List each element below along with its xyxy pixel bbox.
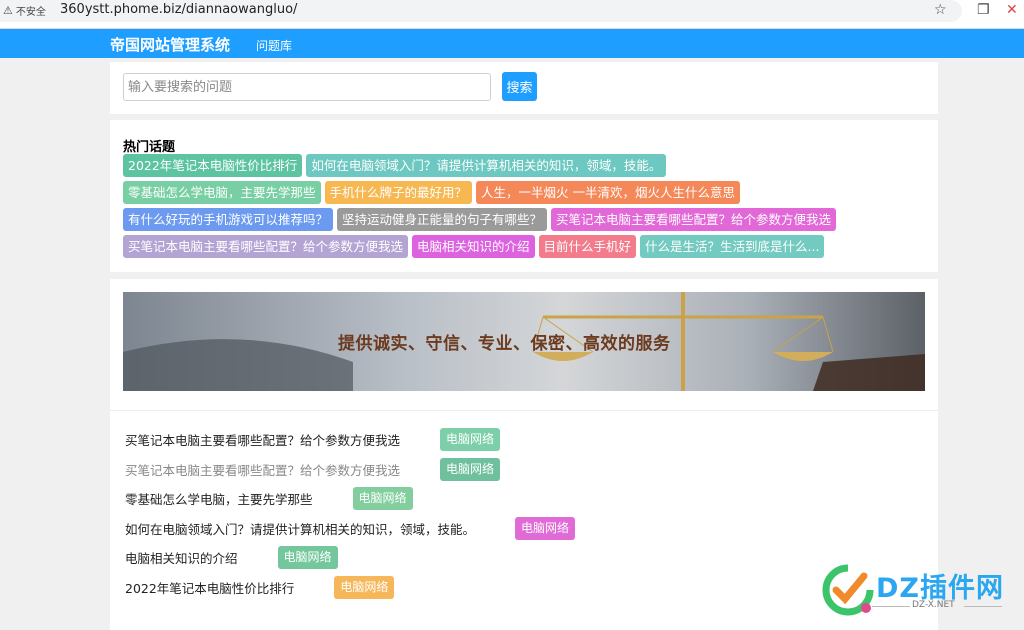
hot-topic-tag[interactable]: 电脑相关知识的介绍 [412,235,535,258]
category-badge[interactable]: 电脑网络 [515,516,576,540]
list-item: 电脑相关知识的介绍 电脑网络 [125,546,575,569]
hot-topic-tag[interactable]: 2022年笔记本电脑性价比排行 [123,154,303,177]
browser-address-bar: ⚠ 不安全 360ystt.phome.biz/diannaowangluo/ … [0,0,1024,29]
hot-topic-row: 买笔记本电脑主要看哪些配置？给个参数方便我选 电脑相关知识的介绍 目前什么手机好 什么… [123,235,923,258]
bookmark-star-icon[interactable]: ☆ [934,2,947,18]
nav-link-question-bank[interactable]: 问题库 [256,37,292,54]
list-item: 2022年笔记本电脑性价比排行 电脑网络 [125,575,575,599]
question-title-link[interactable]: 如何在电脑领域入门？请提供计算机相关的知识，领域，技能。 [125,519,475,538]
hot-topic-tag[interactable]: 买笔记本电脑主要看哪些配置？给个参数方便我选 [551,208,837,231]
hot-topic-row: 2022年笔记本电脑性价比排行 如何在电脑领域入门？请提供计算机相关的知识，领域，… [123,154,923,177]
category-badge[interactable]: 电脑网络 [277,546,338,569]
hot-topic-tags: 2022年笔记本电脑性价比排行 如何在电脑领域入门？请提供计算机相关的知识，领域，… [123,154,923,262]
hot-topic-row: 有什么好玩的手机游戏可以推荐吗？ 坚持运动健身正能量的句子有哪些？ 买笔记本电脑主要… [123,208,923,231]
question-title-link[interactable]: 买笔记本电脑主要看哪些配置？给个参数方便我选 [125,460,400,479]
service-banner: 提供诚实、守信、专业、保密、高效的服务 [123,292,925,391]
dz-watermark: DZ插件网 DZ-X.NET [822,562,1022,622]
top-navbar: 帝国网站管理系统 问题库 [0,29,1024,58]
watermark-subtext: DZ-X.NET [912,600,955,610]
hot-topic-tag[interactable]: 什么是生活？生活到底是什么... [640,235,825,258]
site-brand[interactable]: 帝国网站管理系统 [110,34,230,55]
question-title-link[interactable]: 买笔记本电脑主要看哪些配置？给个参数方便我选 [125,430,400,449]
hot-topic-tag[interactable]: 人生，一半烟火 一半清欢，烟火人生什么意思 [476,181,741,204]
question-title-link[interactable]: 2022年笔记本电脑性价比排行 [125,578,294,597]
hot-topic-tag[interactable]: 如何在电脑领域入门？请提供计算机相关的知识，领域，技能。 [306,154,667,177]
category-badge[interactable]: 电脑网络 [334,575,395,599]
question-list-panel: 提供诚实、守信、专业、保密、高效的服务 买笔记本电脑主要看哪些配置？给个参数方便… [110,279,938,630]
hot-topics-panel: 热门话题 2022年笔记本电脑性价比排行 如何在电脑领域入门？请提供计算机相关的知… [110,120,938,272]
hot-topic-tag[interactable]: 买笔记本电脑主要看哪些配置？给个参数方便我选 [123,235,409,258]
hot-topic-tag[interactable]: 零基础怎么学电脑，主要先学那些 [123,181,321,204]
security-label: 不安全 [15,7,46,18]
question-title-link[interactable]: 电脑相关知识的介绍 [125,548,238,567]
hot-topic-tag[interactable]: 手机什么牌子的最好用？ [324,181,473,204]
hot-topic-row: 零基础怎么学电脑，主要先学那些 手机什么牌子的最好用？ 人生，一半烟火 一半清欢，烟… [123,181,923,204]
watermark-line-left [872,606,910,607]
extension-icon[interactable]: ✕ [1006,2,1018,18]
list-item: 零基础怎么学电脑，主要先学那些 电脑网络 [125,487,575,510]
address-field[interactable]: ⚠ 不安全 360ystt.phome.biz/diannaowangluo/ … [0,0,962,22]
search-input[interactable] [123,73,491,101]
category-badge[interactable]: 电脑网络 [440,428,501,451]
hot-topic-tag[interactable]: 坚持运动健身正能量的句子有哪些？ [337,208,548,231]
list-item: 买笔记本电脑主要看哪些配置？给个参数方便我选 电脑网络 [125,457,575,481]
url-text[interactable]: 360ystt.phome.biz/diannaowangluo/ [60,2,297,17]
question-list: 买笔记本电脑主要看哪些配置？给个参数方便我选 电脑网络 买笔记本电脑主要看哪些配置？… [125,428,576,605]
copy-icon[interactable]: ❐ [977,2,990,18]
hot-topic-tag[interactable]: 目前什么手机好 [538,235,637,258]
warning-icon: ⚠ [3,4,13,17]
security-warning[interactable]: ⚠ 不安全 [3,3,46,18]
search-panel: 搜索 [110,62,938,114]
list-item: 买笔记本电脑主要看哪些配置？给个参数方便我选 电脑网络 [125,428,575,451]
list-item: 如何在电脑领域入门？请提供计算机相关的知识，领域，技能。 电脑网络 [125,516,576,540]
hot-topic-tag[interactable]: 有什么好玩的手机游戏可以推荐吗？ [123,208,334,231]
category-badge[interactable]: 电脑网络 [352,487,413,510]
divider [110,410,938,411]
watermark-line-right [964,606,1002,607]
search-button[interactable]: 搜索 [502,72,537,101]
hot-topics-title: 热门话题 [123,140,176,155]
banner-slogan: 提供诚实、守信、专业、保密、高效的服务 [338,334,671,354]
category-badge[interactable]: 电脑网络 [440,457,501,481]
question-title-link[interactable]: 零基础怎么学电脑，主要先学那些 [125,489,313,508]
dz-logo-icon [822,564,874,616]
